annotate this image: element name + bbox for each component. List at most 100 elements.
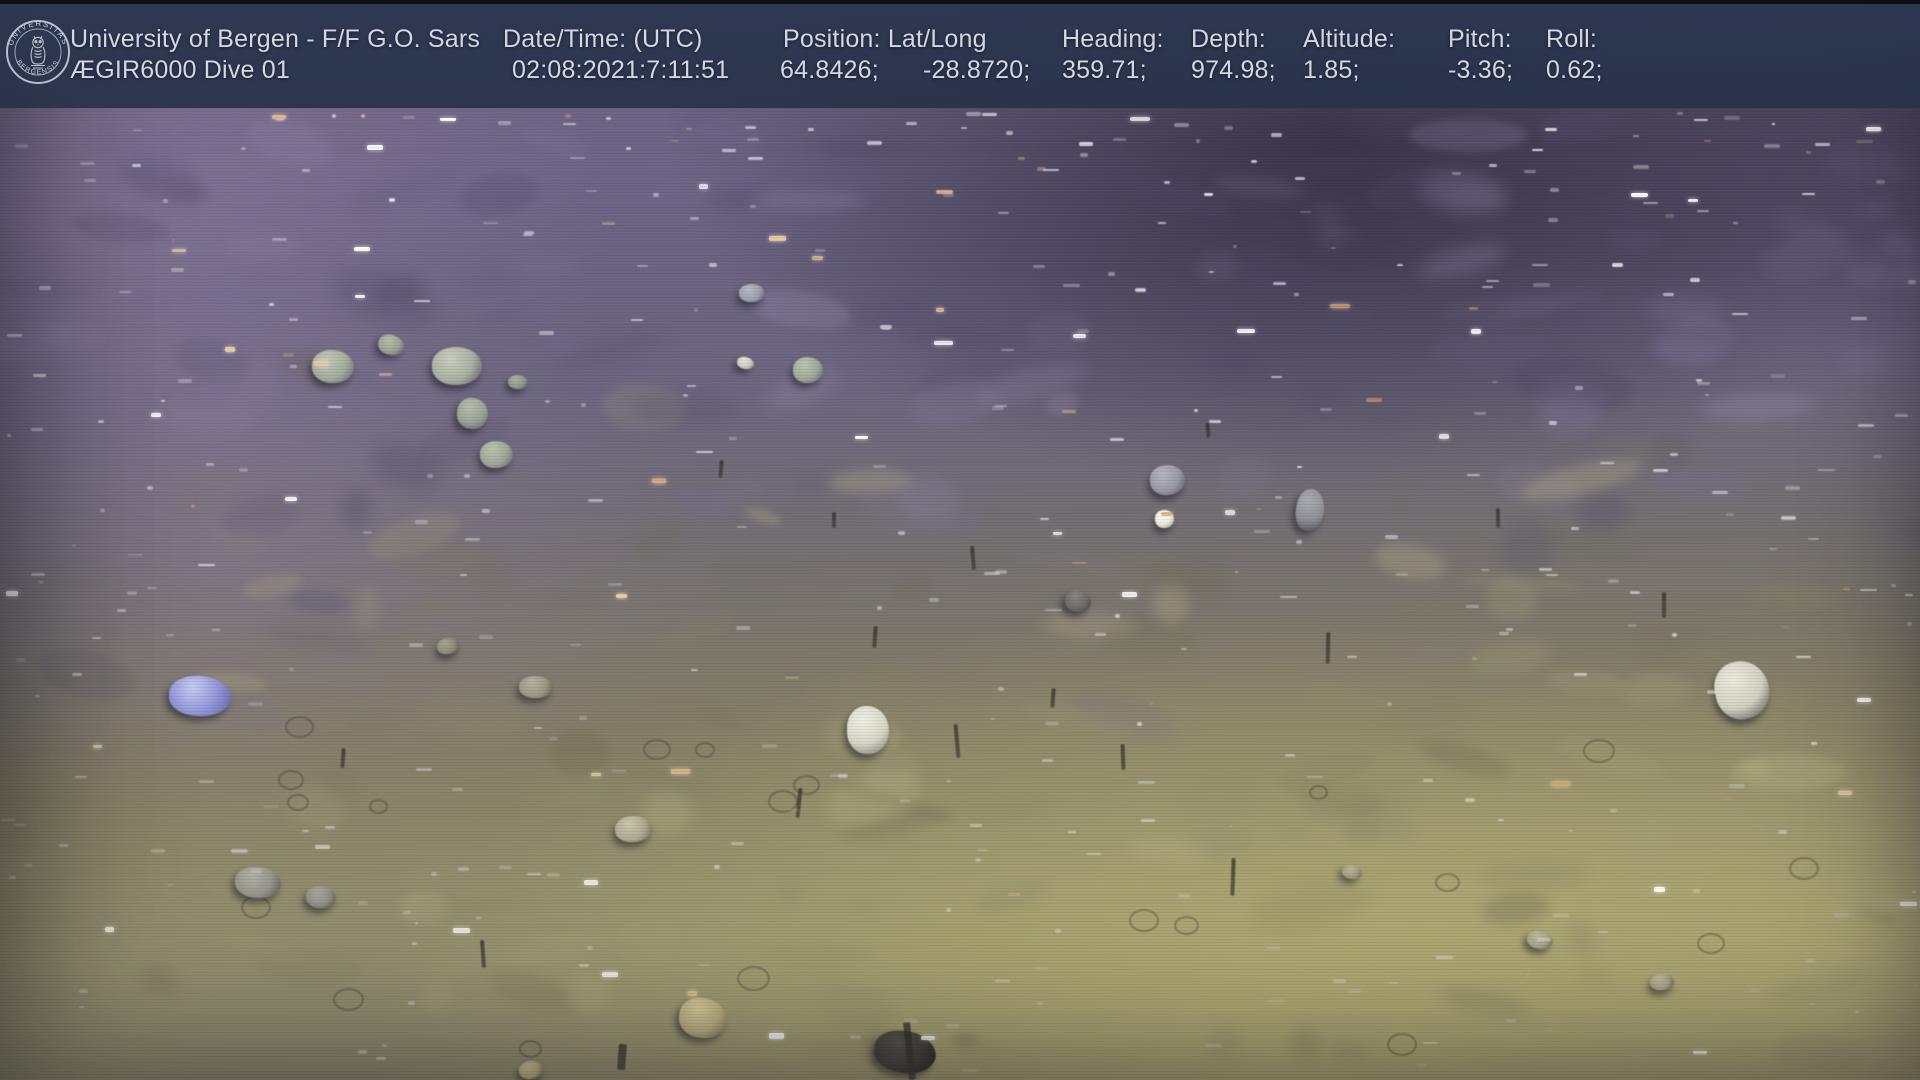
marine-snow-particle bbox=[785, 677, 799, 679]
burrow-hole bbox=[278, 770, 304, 790]
sediment-mottle bbox=[326, 260, 444, 338]
marine-snow-particle bbox=[302, 169, 310, 172]
sediment-mottle bbox=[1731, 754, 1847, 790]
sediment-mottle bbox=[1874, 1038, 1920, 1080]
marine-snow-particle bbox=[570, 644, 581, 646]
sediment-mottle bbox=[476, 303, 531, 327]
marine-snow-bright-particle bbox=[1688, 199, 1698, 202]
marine-snow-particle bbox=[1712, 491, 1728, 494]
marine-snow-particle bbox=[269, 303, 274, 306]
marine-snow-particle bbox=[946, 908, 951, 912]
marine-snow-particle bbox=[1045, 722, 1059, 725]
marine-snow-particle bbox=[1547, 1029, 1553, 1031]
marine-snow-particle bbox=[147, 587, 157, 589]
marine-snow-particle bbox=[962, 1069, 977, 1072]
marine-snow-particle bbox=[460, 574, 467, 576]
marine-snow-particle bbox=[379, 373, 392, 376]
marine-snow-particle bbox=[464, 474, 470, 478]
marine-snow-particle bbox=[1087, 853, 1101, 855]
marine-snow-particle bbox=[59, 844, 68, 847]
marine-snow-particle bbox=[1040, 518, 1049, 520]
sediment-mottle bbox=[1278, 153, 1375, 180]
marine-snow-particle bbox=[1498, 819, 1504, 821]
marine-snow-particle bbox=[1506, 628, 1513, 631]
sediment-mottle bbox=[254, 946, 364, 988]
sediment-mottle bbox=[419, 976, 458, 1017]
marine-snow-particle bbox=[163, 199, 168, 203]
marine-snow-particle bbox=[1267, 947, 1280, 949]
sediment-mottle bbox=[653, 607, 741, 656]
marine-snow-particle bbox=[1532, 149, 1543, 151]
marine-snow-particle bbox=[1294, 293, 1299, 296]
marine-snow-bright-particle bbox=[355, 295, 365, 298]
marine-snow-particle bbox=[98, 420, 104, 423]
sediment-mottle bbox=[1435, 982, 1532, 1021]
stone bbox=[1293, 487, 1327, 533]
org-line: University of Bergen - F/F G.O. Sars bbox=[70, 25, 480, 54]
marine-snow-particle bbox=[1876, 180, 1885, 184]
marine-snow-particle bbox=[7, 434, 11, 437]
marine-snow-particle bbox=[75, 776, 87, 778]
sediment-mottle bbox=[1605, 232, 1663, 248]
marine-snow-bright-particle bbox=[769, 236, 786, 241]
marine-snow-particle bbox=[1285, 754, 1295, 757]
video-top-edge bbox=[0, 0, 1920, 4]
marine-snow-particle bbox=[1858, 424, 1874, 427]
burrow-hole bbox=[369, 799, 388, 814]
marine-snow-particle bbox=[72, 544, 76, 547]
depth-value: 974.98; bbox=[1191, 56, 1276, 85]
marine-snow-bright-particle bbox=[855, 436, 868, 439]
marine-snow-particle bbox=[653, 193, 659, 197]
marine-snow-particle bbox=[547, 873, 560, 877]
marine-snow-particle bbox=[1469, 307, 1478, 310]
marine-snow-particle bbox=[479, 635, 493, 639]
marine-snow-bright-particle bbox=[1237, 329, 1255, 333]
marine-snow-particle bbox=[966, 112, 981, 116]
sediment-mottle bbox=[1308, 195, 1346, 233]
marine-snow-particle bbox=[1006, 131, 1013, 135]
heading-value: 359.71; bbox=[1062, 56, 1147, 85]
burrow-hole bbox=[1174, 916, 1199, 935]
marine-snow-particle bbox=[975, 858, 981, 862]
marine-snow-particle bbox=[1643, 202, 1658, 204]
marine-snow-bright-particle bbox=[1073, 334, 1086, 338]
marine-snow-particle bbox=[995, 405, 1007, 407]
marine-snow-particle bbox=[1113, 138, 1126, 141]
marine-snow-particle bbox=[403, 116, 415, 119]
sediment-mottle bbox=[743, 504, 783, 528]
marine-snow-particle bbox=[1771, 374, 1785, 378]
worm-tube bbox=[832, 512, 836, 528]
marine-snow-particle bbox=[1008, 893, 1020, 896]
sediment-mottle bbox=[776, 886, 804, 904]
sediment-mottle bbox=[626, 516, 689, 562]
sediment-mottle bbox=[415, 687, 532, 748]
marine-snow-particle bbox=[1805, 959, 1814, 963]
sediment-mottle bbox=[1771, 1032, 1864, 1075]
marine-snow-particle bbox=[15, 144, 28, 148]
marine-snow-particle bbox=[1545, 128, 1557, 131]
worm-tube bbox=[1205, 423, 1210, 438]
sediment-mottle bbox=[1633, 814, 1668, 866]
marine-snow-particle bbox=[1721, 797, 1731, 800]
marine-snow-particle bbox=[998, 212, 1009, 214]
marine-snow-particle bbox=[815, 249, 825, 252]
stone bbox=[736, 355, 755, 370]
sediment-mottle bbox=[1698, 390, 1816, 424]
sediment-mottle bbox=[1193, 251, 1243, 281]
sediment-mottle bbox=[1646, 461, 1748, 507]
marine-snow-particle bbox=[72, 673, 82, 676]
marine-snow-particle bbox=[1677, 112, 1683, 115]
marine-snow-particle bbox=[545, 400, 550, 403]
marine-snow-particle bbox=[1251, 160, 1257, 163]
marine-snow-particle bbox=[1037, 167, 1046, 171]
marine-snow-particle bbox=[1895, 414, 1908, 417]
marine-snow-bright-particle bbox=[584, 880, 598, 885]
marine-snow-particle bbox=[1137, 722, 1142, 726]
sediment-mottle bbox=[845, 897, 880, 918]
marine-snow-particle bbox=[1499, 632, 1509, 635]
marine-snow-particle bbox=[289, 668, 294, 671]
marine-snow-particle bbox=[1042, 759, 1053, 762]
marine-snow-particle bbox=[499, 866, 512, 869]
marine-snow-particle bbox=[587, 946, 593, 950]
marine-snow-particle bbox=[1062, 410, 1076, 413]
